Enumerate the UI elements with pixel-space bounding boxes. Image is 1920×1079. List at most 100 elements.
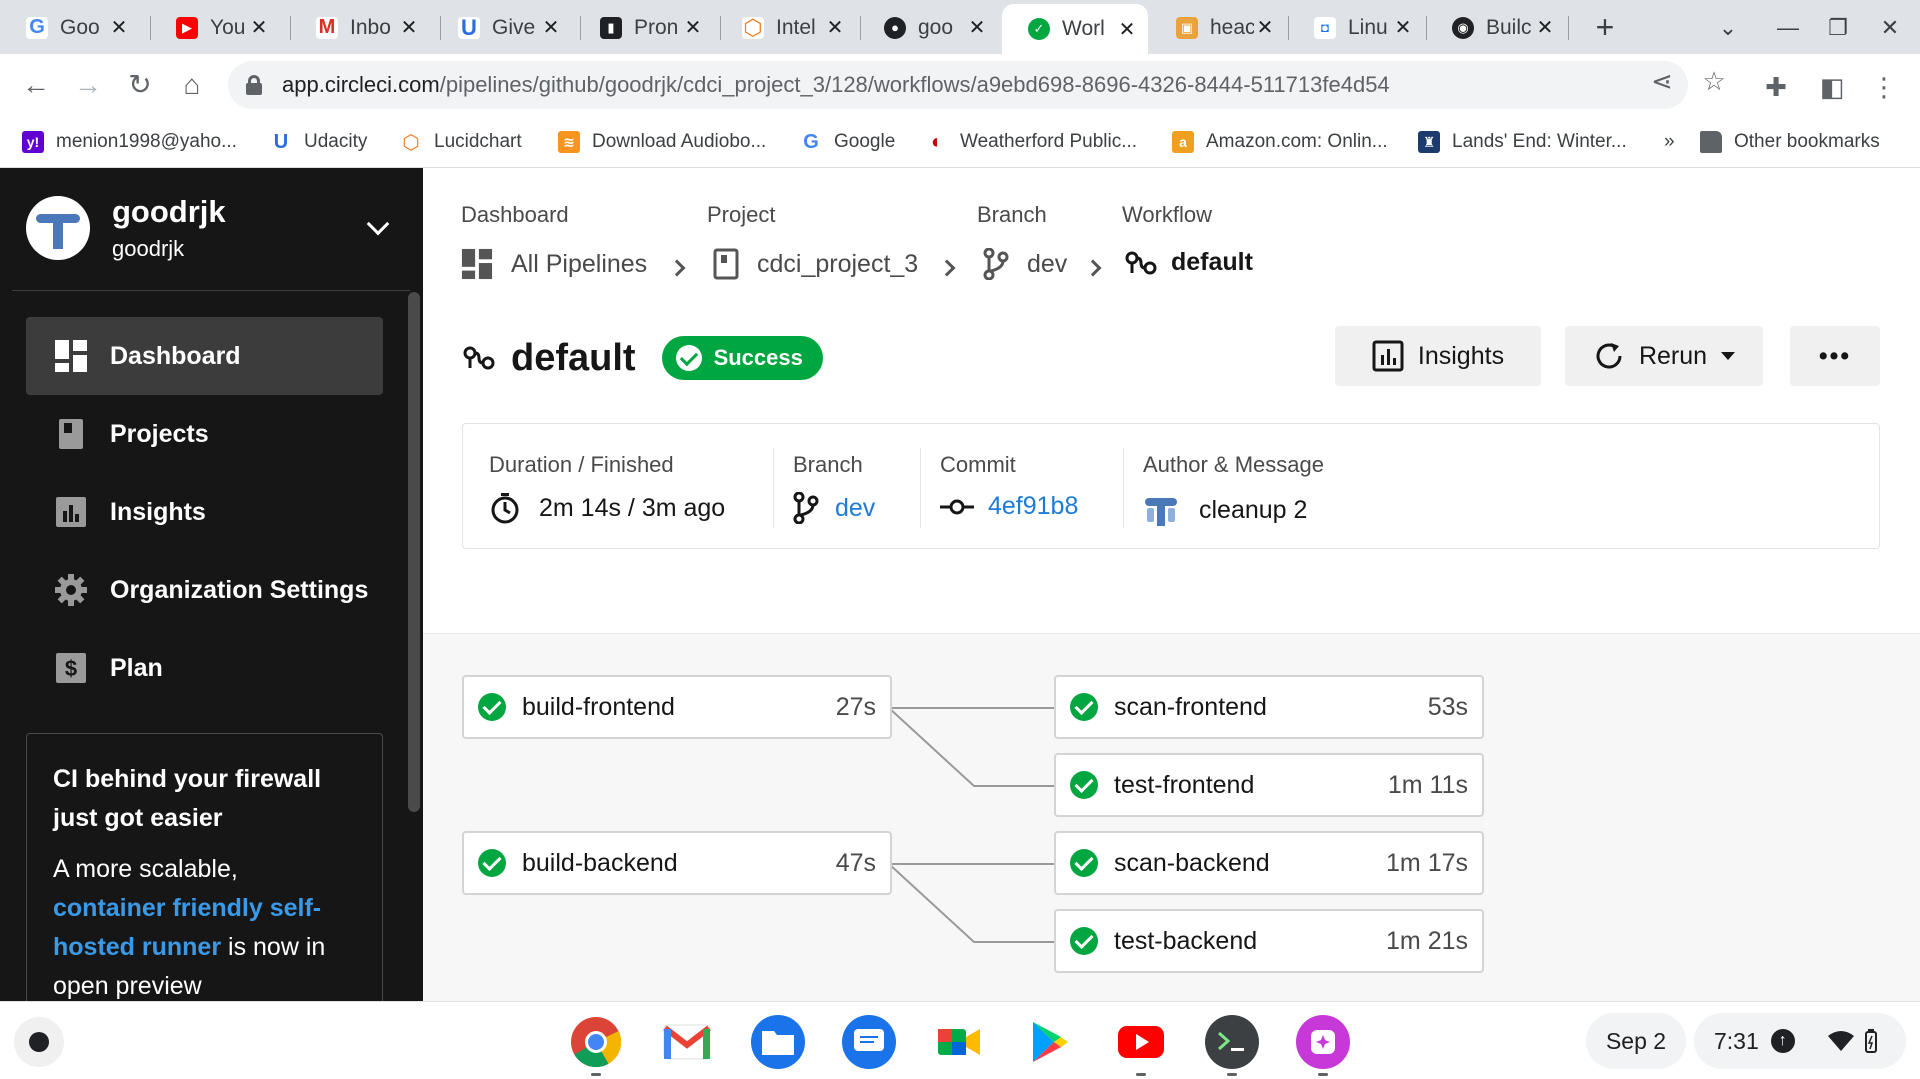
restore-icon[interactable]: ❐ [1818, 8, 1858, 48]
bookmark-item[interactable]: ◐ Weatherford Public... [926, 128, 1137, 156]
browser-tab[interactable]: ◘ Linu ✕ [1288, 5, 1424, 50]
tab-close-icon[interactable]: ✕ [682, 15, 704, 40]
rerun-label: Rerun [1638, 341, 1708, 370]
share-icon[interactable]: ⋖ [1642, 61, 1682, 101]
browser-tab[interactable]: ▣ heac ✕ [1150, 5, 1286, 50]
sidebar-item-insights[interactable]: Insights [26, 473, 383, 551]
tab-close-icon[interactable]: ✕ [248, 15, 270, 40]
tab-close-icon[interactable]: ✕ [540, 15, 562, 40]
running-indicator [591, 1073, 601, 1076]
tab-close-icon[interactable]: ✕ [1534, 15, 1556, 40]
menu-kebab-icon[interactable]: ⋮ [1866, 72, 1902, 103]
insights-button[interactable]: Insights [1335, 326, 1541, 386]
messages-app-icon[interactable] [842, 1015, 896, 1069]
bookmarks-overflow-button[interactable]: » [1664, 128, 1675, 156]
sidebar-item-projects[interactable]: Projects [26, 395, 383, 473]
gmail-app-icon[interactable] [660, 1015, 714, 1069]
job-scan-backend[interactable]: scan-backend 1m 17s [1054, 831, 1484, 895]
svg-text:$: $ [65, 656, 77, 681]
tab-close-icon[interactable]: ✕ [1116, 17, 1138, 42]
bookmark-item[interactable]: ⬡ Lucidchart [400, 128, 522, 156]
extensions-icon[interactable]: ✚ [1758, 72, 1794, 103]
bookmark-item[interactable]: y! menion1998@yaho... [22, 128, 237, 156]
branch-icon [983, 248, 1009, 280]
reload-icon[interactable]: ↻ [120, 65, 160, 105]
status-text: Success [713, 345, 803, 370]
tab-close-icon[interactable]: ✕ [1254, 15, 1276, 40]
browser-tab[interactable]: ● goo ✕ [858, 5, 998, 50]
crumb-label-workflow: Workflow [1122, 202, 1213, 227]
audiobooks-icon: ≋ [558, 131, 580, 153]
commit-value[interactable]: 4ef91b8 [940, 492, 1078, 521]
minimize-icon[interactable]: — [1768, 8, 1808, 48]
rerun-button[interactable]: Rerun [1565, 326, 1763, 386]
files-app-icon[interactable] [751, 1015, 805, 1069]
close-window-icon[interactable]: ✕ [1870, 8, 1910, 48]
tab-title: Linu [1348, 15, 1388, 39]
job-test-frontend[interactable]: test-frontend 1m 11s [1054, 753, 1484, 817]
play-store-app-icon[interactable] [1023, 1015, 1077, 1069]
bookmark-item[interactable]: ♜ Lands' End: Winter... [1418, 128, 1627, 156]
branch-value[interactable]: dev [793, 492, 875, 524]
os-shelf: Sep 2 7:31 ↑ [0, 1001, 1920, 1079]
terminal-app-icon[interactable] [1205, 1015, 1259, 1069]
more-actions-button[interactable]: ••• [1790, 326, 1880, 386]
tab-search-icon[interactable]: ⌄ [1708, 8, 1748, 48]
sidebar-scrollbar[interactable] [408, 292, 420, 812]
breadcrumb-text: dev [1027, 249, 1068, 278]
bookmark-item[interactable]: a Amazon.com: Onlin... [1172, 128, 1388, 156]
forward-icon[interactable]: → [68, 65, 108, 105]
other-bookmarks[interactable]: Other bookmarks [1700, 128, 1880, 156]
breadcrumb-branch[interactable]: dev [983, 248, 1067, 280]
tab-close-icon[interactable]: ✕ [398, 15, 420, 40]
browser-tab[interactable]: M Inbo ✕ [290, 5, 430, 50]
tab-close-icon[interactable]: ✕ [108, 15, 130, 40]
tab-close-icon[interactable]: ✕ [1392, 15, 1414, 40]
bookmark-item[interactable]: ≋ Download Audiobo... [558, 128, 766, 156]
org-switcher[interactable]: goodrjk goodrjk [26, 194, 226, 262]
tab-close-icon[interactable]: ✕ [966, 15, 988, 40]
address-bar[interactable]: app.circleci.com/pipelines/github/goodrj… [228, 61, 1688, 109]
browser-tab[interactable]: U Give ✕ [432, 5, 572, 50]
job-test-backend[interactable]: test-backend 1m 21s [1054, 909, 1484, 973]
date-tray[interactable]: Sep 2 [1586, 1013, 1686, 1069]
breadcrumb-all-pipelines[interactable]: All Pipelines [461, 248, 647, 280]
job-build-backend[interactable]: build-backend 47s [462, 831, 892, 895]
author-label: Author & Message [1143, 452, 1324, 477]
sidebar-item-dashboard[interactable]: Dashboard [26, 317, 383, 395]
job-build-frontend[interactable]: build-frontend 27s [462, 675, 892, 739]
meet-app-icon[interactable] [932, 1015, 986, 1069]
github-icon: ● [884, 16, 906, 39]
youtube-app-icon[interactable] [1114, 1015, 1168, 1069]
job-scan-frontend[interactable]: scan-frontend 53s [1054, 675, 1484, 739]
browser-tab[interactable]: ⬡ Intel ✕ [716, 5, 856, 50]
sidebar-item-plan[interactable]: $ Plan [26, 629, 383, 707]
canvas-app-icon[interactable] [1296, 1015, 1350, 1069]
browser-tab[interactable]: ▮ Pron ✕ [574, 5, 714, 50]
chevron-down-icon[interactable] [366, 212, 390, 236]
browser-tab[interactable]: G Goo ✕ [0, 5, 140, 50]
back-icon[interactable]: ← [16, 65, 56, 105]
bookmark-star-icon[interactable]: ☆ [1694, 61, 1734, 101]
projects-icon [59, 419, 83, 449]
sidebar-item-organization-settings[interactable]: Organization Settings [26, 551, 383, 629]
folder-icon [762, 1031, 794, 1055]
side-panel-icon[interactable]: ◧ [1814, 72, 1850, 103]
commit-link[interactable]: 4ef91b8 [988, 492, 1078, 521]
browser-tab-active[interactable]: ✓ Worl ✕ [1002, 4, 1148, 54]
workflow-icon [463, 346, 495, 370]
new-tab-button[interactable]: + [1585, 8, 1625, 48]
success-check-icon [1070, 927, 1098, 955]
bookmark-item[interactable]: G Google [800, 128, 895, 156]
chrome-icon [571, 1017, 622, 1068]
bookmark-item[interactable]: U Udacity [270, 128, 367, 156]
chrome-app-icon[interactable] [569, 1015, 623, 1069]
tab-close-icon[interactable]: ✕ [824, 15, 846, 40]
status-tray[interactable]: 7:31 ↑ [1694, 1013, 1906, 1069]
breadcrumb-project[interactable]: cdci_project_3 [713, 248, 918, 280]
home-icon[interactable]: ⌂ [172, 65, 212, 105]
branch-link[interactable]: dev [835, 494, 875, 523]
launcher-button[interactable] [14, 1017, 64, 1067]
browser-tab[interactable]: ▶ You ✕ [150, 5, 280, 50]
browser-tab[interactable]: ◉ Builc ✕ [1426, 5, 1566, 50]
